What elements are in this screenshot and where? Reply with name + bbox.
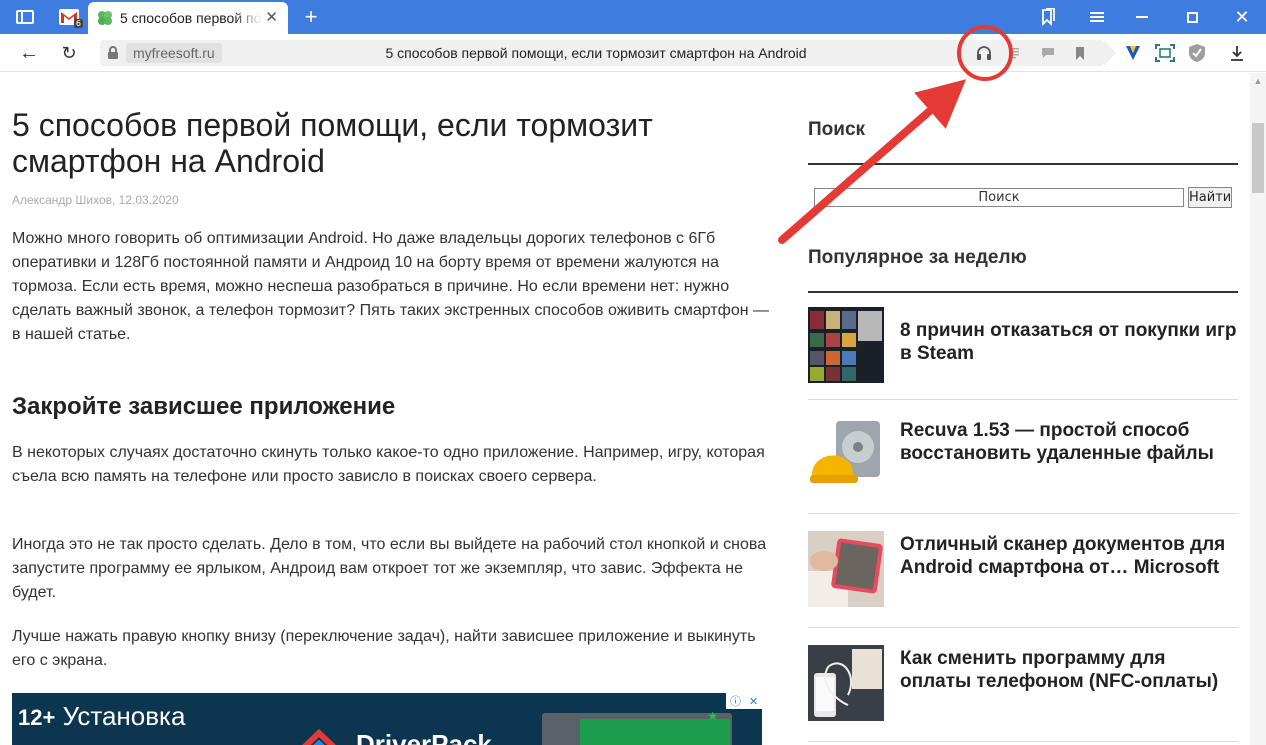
pinned-tab-gmail[interactable]: 6 <box>52 0 86 34</box>
divider <box>808 513 1238 514</box>
search-button[interactable]: Найти <box>1188 187 1232 208</box>
recuva-helmet-drive-thumbnail[interactable] <box>808 417 884 493</box>
popular-post[interactable]: 8 причин отказаться от покупки игр в Ste… <box>808 307 1238 407</box>
sidebar-icon <box>16 10 34 24</box>
article-title: 5 способов первой помощи, если тормозит … <box>12 107 653 179</box>
article-paragraph: Лучше нажать правую кнопку внизу (перекл… <box>12 628 756 669</box>
steam-games-thumbnail[interactable] <box>808 307 884 383</box>
ad-star-icon: ★ <box>707 709 718 723</box>
hamburger-icon <box>1090 12 1104 22</box>
article-byline: Александр Шихов, 12.03.2020 <box>12 193 179 207</box>
screenshot-extension-button[interactable] <box>1150 34 1180 72</box>
popular-post[interactable]: Отличный сканер документов для Android с… <box>808 531 1238 631</box>
ad-age-rating: 12+ <box>18 705 56 730</box>
post-title[interactable]: Recuva 1.53 — простой способ восстановит… <box>900 419 1240 465</box>
divider <box>808 291 1238 293</box>
gmail-unread-badge: 6 <box>73 19 83 28</box>
screenshot-icon <box>1155 44 1175 62</box>
bookmarks-icon <box>1042 8 1055 26</box>
navigation-bar: ← ↻ myfreesoft.ru 5 способов первой помо… <box>0 34 1266 72</box>
article-intro: Можно много говорить об оптимизации Andr… <box>12 230 770 343</box>
divider <box>808 399 1238 400</box>
headphones-icon[interactable] <box>972 40 996 66</box>
active-tab[interactable]: 5 способов первой помощи, если тормозит … <box>88 2 288 34</box>
comment-icon[interactable] <box>1036 40 1060 66</box>
bookmarks-button[interactable] <box>1030 0 1066 34</box>
driverpack-logo-icon <box>302 728 336 745</box>
back-button[interactable]: ← <box>12 34 46 72</box>
ad-close-icon[interactable]: ✕ <box>749 695 758 708</box>
phone-scanning-book-thumbnail[interactable] <box>808 531 884 607</box>
tab-title: 5 способов первой помощи, если тормозит … <box>120 10 262 26</box>
page-scrollbar[interactable]: ▲ <box>1250 73 1266 745</box>
ad-banner[interactable]: 12+ Установка DriverPack ★ ⓘ ✕ <box>12 693 762 745</box>
popular-post[interactable]: Recuva 1.53 — простой способ восстановит… <box>808 417 1238 517</box>
divider <box>808 741 1238 742</box>
browser-menu-button[interactable] <box>1078 0 1116 34</box>
ad-brand: DriverPack <box>356 729 492 745</box>
address-bar[interactable]: myfreesoft.ru 5 способов первой помощи, … <box>100 40 1116 66</box>
reload-button[interactable]: ↻ <box>52 34 86 72</box>
tab-close-button[interactable]: ✕ <box>265 10 278 26</box>
search-widget-title: Поиск <box>808 119 866 140</box>
domain-chip[interactable]: myfreesoft.ru <box>126 43 222 63</box>
adguard-shield-icon <box>1189 44 1205 62</box>
web-page: 5 способов первой помощи, если тормозит … <box>0 73 1250 745</box>
divider <box>808 163 1238 165</box>
ad-controls: ⓘ ✕ <box>726 693 762 709</box>
popular-post[interactable]: Как сменить программу для оплаты телефон… <box>808 645 1238 745</box>
maximize-button[interactable] <box>1172 0 1212 34</box>
address-bar-tail <box>1104 40 1116 66</box>
bookmark-icon[interactable] <box>1068 40 1092 66</box>
ad-headline: Установка <box>62 701 186 731</box>
section-heading: Закройте зависшее приложение <box>12 393 396 420</box>
ad-text: 12+ Установка <box>18 701 185 733</box>
scroll-up-arrow-icon[interactable]: ▲ <box>1250 73 1266 89</box>
minimize-icon <box>1136 16 1148 18</box>
v-shield-icon <box>1126 46 1140 60</box>
sidebar-toggle-button[interactable] <box>0 0 50 34</box>
tab-bar: 6 5 способов первой помощи, если тормози… <box>0 0 1266 34</box>
search-input[interactable] <box>814 188 1184 207</box>
lock-icon <box>108 46 118 59</box>
gmail-icon: 6 <box>59 9 83 28</box>
post-title[interactable]: Отличный сканер документов для Android с… <box>900 533 1240 579</box>
ad-info-icon[interactable]: ⓘ <box>730 693 741 709</box>
close-icon: ✕ <box>1234 7 1250 27</box>
phone-with-headphones-thumbnail[interactable] <box>808 645 884 721</box>
adguard-extension-button[interactable] <box>1182 34 1212 72</box>
new-tab-button[interactable]: + <box>294 0 328 34</box>
reader-mode-icon[interactable] <box>1002 40 1026 66</box>
downloads-button[interactable] <box>1222 34 1252 72</box>
post-title[interactable]: 8 причин отказаться от покупки игр в Ste… <box>900 319 1240 365</box>
scroll-thumb[interactable] <box>1252 123 1264 193</box>
v-shield-extension-button[interactable] <box>1118 34 1148 72</box>
article-paragraph: Иногда это не так просто сделать. Дело в… <box>12 536 767 601</box>
page-title-in-address-bar[interactable]: 5 способов первой помощи, если тормозит … <box>220 40 972 66</box>
article-paragraph: В некоторых случаях достаточно скинуть т… <box>12 444 765 485</box>
minimize-button[interactable] <box>1122 0 1162 34</box>
download-icon <box>1231 46 1243 61</box>
post-title[interactable]: Как сменить программу для оплаты телефон… <box>900 647 1240 693</box>
clover-icon <box>98 11 112 25</box>
divider <box>808 627 1238 628</box>
maximize-icon <box>1186 11 1198 23</box>
popular-widget-title: Популярное за неделю <box>808 247 1027 268</box>
window-close-button[interactable]: ✕ <box>1220 0 1264 34</box>
